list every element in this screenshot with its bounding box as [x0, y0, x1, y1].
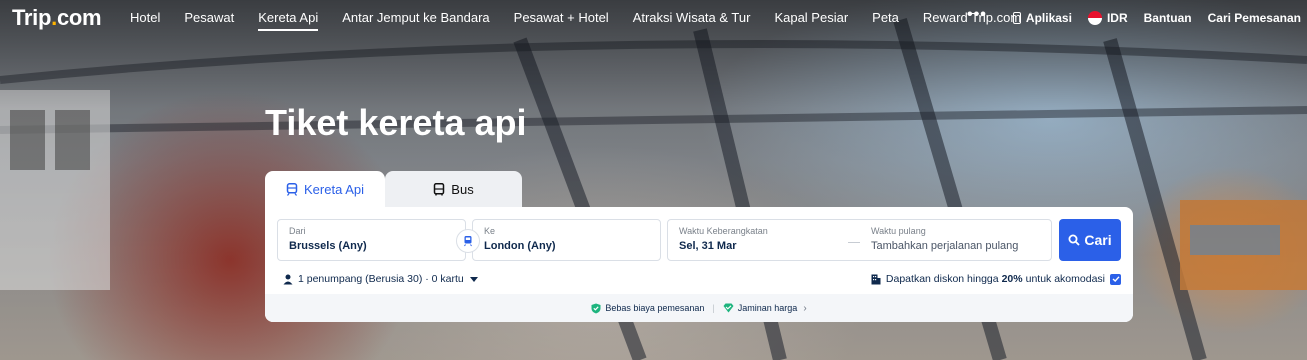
nav-item-cruises[interactable]: Kapal Pesiar	[774, 10, 848, 31]
more-menu-button[interactable]: •••	[967, 6, 987, 24]
indonesia-flag-icon	[1087, 11, 1102, 25]
nav-menu: Hotel Pesawat Kereta Api Antar Jemput ke…	[130, 10, 1045, 31]
app-download-link[interactable]: Aplikasi	[1012, 11, 1072, 25]
nav-item-flight-hotel[interactable]: Pesawat + Hotel	[514, 10, 609, 31]
tab-bus[interactable]: Bus	[385, 171, 522, 207]
nav-item-attractions[interactable]: Atraksi Wisata & Tur	[633, 10, 751, 31]
origin-field[interactable]: Dari Brussels (Any)	[277, 219, 466, 261]
passenger-selector[interactable]: 1 penumpang (Berusia 30) · 0 kartu	[283, 273, 478, 285]
train-icon	[286, 182, 298, 196]
nav-item-map[interactable]: Peta	[872, 10, 899, 31]
benefits-bar[interactable]: Bebas biaya pemesanan | Jaminan harga ›	[265, 294, 1133, 322]
hotel-discount-offer: Dapatkan diskon hingga 20% untuk akomoda…	[871, 273, 1121, 285]
date-separator	[848, 242, 860, 243]
return-date-field[interactable]: Waktu pulang Tambahkan perjalanan pulang	[871, 226, 1018, 252]
tab-train[interactable]: Kereta Api	[265, 171, 385, 207]
find-booking-link[interactable]: Cari Pemesanan	[1208, 11, 1301, 25]
currency-selector[interactable]: IDR	[1087, 11, 1128, 25]
tripcom-logo[interactable]: Trip.com	[12, 5, 102, 31]
search-button[interactable]: Cari	[1059, 219, 1121, 261]
shield-check-icon	[591, 303, 601, 313]
destination-field[interactable]: Ke London (Any)	[472, 219, 661, 261]
phone-icon	[1012, 12, 1021, 24]
person-icon	[283, 274, 293, 284]
no-booking-fee-badge: Bebas biaya pemesanan	[591, 303, 704, 314]
check-icon	[1112, 276, 1120, 282]
help-link[interactable]: Bantuan	[1144, 11, 1192, 25]
chevron-down-icon	[469, 276, 478, 282]
swap-stations-button[interactable]	[456, 229, 480, 253]
bus-icon	[434, 182, 445, 195]
divider: |	[712, 303, 715, 313]
chevron-right-icon: ›	[803, 302, 807, 314]
search-icon	[1068, 234, 1081, 246]
nav-item-airport-transfer[interactable]: Antar Jemput ke Bandara	[342, 10, 489, 31]
diamond-check-icon	[723, 303, 734, 313]
train-swap-icon	[464, 236, 472, 247]
nav-item-trains[interactable]: Kereta Api	[258, 10, 319, 31]
nav-right: Aplikasi IDR Bantuan Cari Pemesanan	[997, 11, 1301, 25]
search-panel: Dari Brussels (Any) Ke London (Any) Wakt…	[265, 207, 1133, 322]
hotel-discount-checkbox[interactable]	[1110, 273, 1121, 285]
top-nav: Trip.com Hotel Pesawat Kereta Api Antar …	[0, 0, 1307, 36]
date-field[interactable]: Waktu Keberangkatan Sel, 31 Mar Waktu pu…	[667, 219, 1052, 261]
page-title: Tiket kereta api	[265, 102, 527, 143]
transport-tabs: Kereta Api Bus	[265, 171, 522, 207]
nav-item-hotel[interactable]: Hotel	[130, 10, 160, 31]
building-icon	[871, 274, 881, 284]
nav-item-flights[interactable]: Pesawat	[184, 10, 234, 31]
price-guarantee-badge: Jaminan harga	[723, 303, 797, 313]
